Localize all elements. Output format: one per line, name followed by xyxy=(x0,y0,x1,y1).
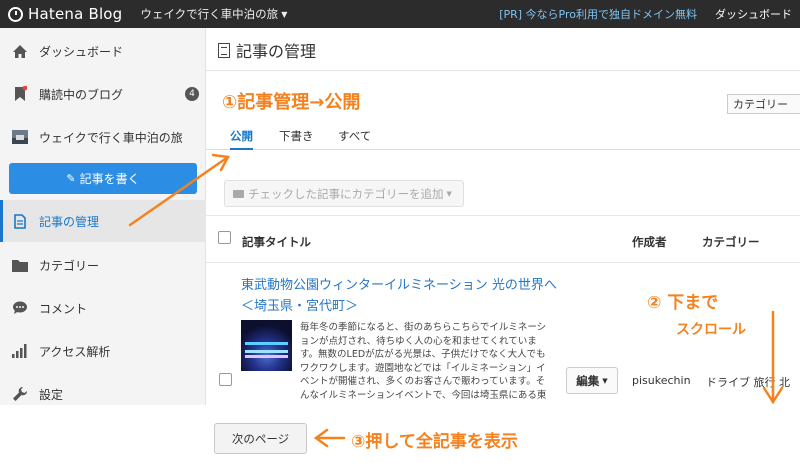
arrow-to-next-page xyxy=(313,428,346,448)
arrow-to-published-tab xyxy=(128,153,230,227)
arrow-scroll-down xyxy=(762,310,784,405)
annotation-arrows xyxy=(128,153,784,448)
